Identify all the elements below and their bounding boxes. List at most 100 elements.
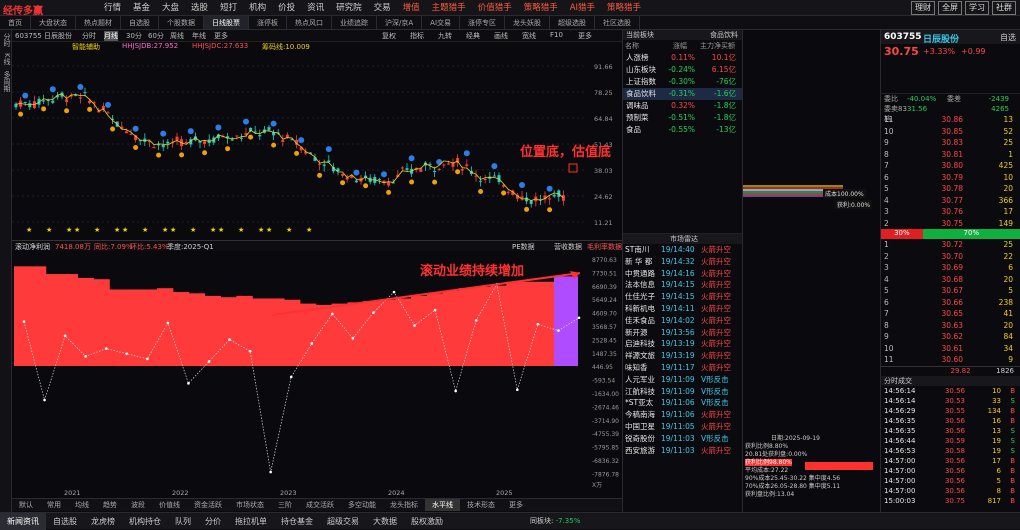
chart-tool-button[interactable]: 复权 [382,31,396,41]
radar-row[interactable]: 人元军业 19/11:09 V形反击 [623,374,742,386]
status-tab[interactable]: 分价 [198,513,228,530]
indicator-tab[interactable]: 成交活跃 [299,499,341,511]
menu-item[interactable]: AI猎手 [564,0,601,16]
status-tab[interactable]: 持仓基金 [274,513,320,530]
page-tab[interactable]: 热点风口 [287,16,332,29]
page-tab[interactable]: 涨停板 [249,16,287,29]
page-tab[interactable]: 业绩追踪 [332,16,377,29]
radar-row[interactable]: 今稿南海 19/11:06 火箭升空 [623,409,742,421]
radar-row[interactable]: 祥源文旅 19/13:19 火箭升空 [623,350,742,362]
menu-item[interactable]: 资讯 [301,0,330,16]
radar-row[interactable]: 中贯通路 19/14:16 火箭升空 [623,268,742,280]
menu-item[interactable]: 交易 [368,0,397,16]
radar-row[interactable]: 仕佳光子 19/14:15 火箭升空 [623,291,742,303]
page-tab[interactable]: 大盘状态 [31,16,76,29]
period-button[interactable]: 30分 [126,31,142,41]
radar-row[interactable]: 科新机电 19/14:11 火箭升空 [623,303,742,315]
period-button[interactable]: 分时 [82,31,96,41]
book-row[interactable]: 8 30.63 20 [881,320,1020,332]
page-tab[interactable]: AI交易 [422,16,461,29]
indicator-tab[interactable]: 默认 [12,499,40,511]
sector-row[interactable]: 预制菜 -0.51% -1.8亿 [623,112,742,124]
indicator-tab[interactable]: 均线 [68,499,96,511]
book-row[interactable]: 7 30.80 425 [881,160,1020,172]
chart-tool-button[interactable]: 宽线 [522,31,536,41]
page-tab[interactable]: 沪深/京A [377,16,423,29]
chart-tool-button[interactable]: 更多 [578,31,592,41]
period-button[interactable]: 周线 [170,31,184,41]
top-right-button[interactable]: 社群 [992,1,1016,15]
indicator-tab[interactable]: 波段 [124,499,152,511]
indicator-tab[interactable]: 更多 [502,499,530,511]
radar-row[interactable]: 锐奇股份 19/11:03 V形反击 [623,433,742,445]
radar-row[interactable]: *ST亚太 19/11:06 V形反击 [623,397,742,409]
page-tab[interactable]: 首页 [0,16,31,29]
radar-row[interactable]: ST南川 19/14:40 火箭升空 [623,244,742,256]
top-right-button[interactable]: 全屏 [938,1,962,15]
page-tab[interactable]: 超级选股 [550,16,596,29]
sector-row[interactable]: 食品饮料 -0.31% -1.6亿 [623,88,742,100]
indicator-tab[interactable]: 资金活跃 [187,499,229,511]
indicator-tab[interactable]: 技术形态 [460,499,502,511]
radar-row[interactable]: 西安旅游 19/11:03 火箭升空 [623,445,742,457]
page-tab[interactable]: 日线股票 [204,16,249,29]
radar-row[interactable]: 江航科技 19/11:09 V形反击 [623,386,742,398]
status-tab[interactable]: 超级交易 [320,513,366,530]
book-row[interactable]: 8 30.81 1 [881,149,1020,161]
radar-row[interactable]: 启迪科技 19/13:19 火箭升空 [623,338,742,350]
radar-row[interactable]: 味知香 19/11:17 火箭升空 [623,362,742,374]
sector-row[interactable]: 上证指数 -0.30% -76亿 [623,76,742,88]
indicator-tab[interactable]: 水平线 [425,499,460,511]
menu-item[interactable]: 价值猎手 [472,0,518,16]
book-row[interactable]: 10 30.85 52 [881,126,1020,138]
book-row[interactable]: 5 30.67 5 [881,285,1020,297]
chart-tool-button[interactable]: 指标 [410,31,424,41]
book-row[interactable]: 7 30.65 41 [881,308,1020,320]
radar-row[interactable]: 佳禾食品 19/14:02 火箭升空 [623,315,742,327]
radar-row[interactable]: 新开源 19/13:56 火箭升空 [623,327,742,339]
kline-chart[interactable]: 91.66 78.25 64.84 51.43 38.03 24.62 11.21 位置底，估… [12,52,622,240]
period-button[interactable]: 年线 [192,31,206,41]
period-button[interactable]: 60分 [148,31,164,41]
book-row[interactable]: 3 30.69 6 [881,262,1020,274]
page-tab[interactable]: 热点题材 [76,16,121,29]
indicator-tab[interactable]: 三阶 [271,499,299,511]
menu-item[interactable]: 基金 [127,0,156,16]
menu-item[interactable]: 研究院 [330,0,368,16]
menu-item[interactable]: 选股 [185,0,214,16]
sector-row[interactable]: 调味品 0.32% -1.8亿 [623,100,742,112]
indicator-tab[interactable]: 市场状态 [229,499,271,511]
book-row[interactable]: 4 30.77 366 [881,195,1020,207]
book-row[interactable]: 9 30.62 84 [881,331,1020,343]
book-row[interactable]: 11 30.60 9 [881,354,1020,366]
indicator-tab[interactable]: 趋势 [96,499,124,511]
indicator-tab[interactable]: 价值线 [152,499,187,511]
menu-item[interactable]: 策略猎手 [518,0,564,16]
menu-item[interactable]: 价投 [272,0,301,16]
radar-row[interactable]: 中国卫星 19/11:05 火箭升空 [623,421,742,433]
chart-tool-button[interactable]: 九转 [438,31,452,41]
status-tab[interactable]: 新闻资讯 [0,513,46,530]
page-tab[interactable]: 个股数据 [159,16,204,29]
sector-row[interactable]: 人涨榜 0.11% 10.1亿 [623,52,742,64]
book-row[interactable]: 5 30.78 20 [881,183,1020,195]
book-row[interactable]: 2 30.70 22 [881,251,1020,263]
indicator-tab[interactable]: 龙头指标 [383,499,425,511]
chart-tool-button[interactable]: 经典 [466,31,480,41]
top-right-button[interactable]: 理财 [911,1,935,15]
sector-row[interactable]: 食品 -0.55% -13亿 [623,124,742,136]
menu-item[interactable]: 大盘 [156,0,185,16]
net-profit-bar-chart[interactable]: 8770.63 7730.51 6690.39 5649.24 4609.70 3568.… [12,251,622,498]
book-row[interactable]: 9 30.83 25 [881,137,1020,149]
book-row[interactable]: 6 30.66 238 [881,297,1020,309]
status-tab[interactable]: 大数据 [366,513,404,530]
indicator-tab[interactable]: 多空动能 [341,499,383,511]
menu-item[interactable]: 策略猎手 [601,0,647,16]
status-tab[interactable]: 队列 [168,513,198,530]
book-row[interactable]: 10 30.61 34 [881,343,1020,355]
menu-item[interactable]: 增值 [397,0,426,16]
book-row[interactable]: 1 30.72 25 [881,239,1020,251]
page-tab[interactable]: 自选股 [121,16,159,29]
status-tab[interactable]: 股权激励 [404,513,450,530]
menu-item[interactable]: 短打 [214,0,243,16]
